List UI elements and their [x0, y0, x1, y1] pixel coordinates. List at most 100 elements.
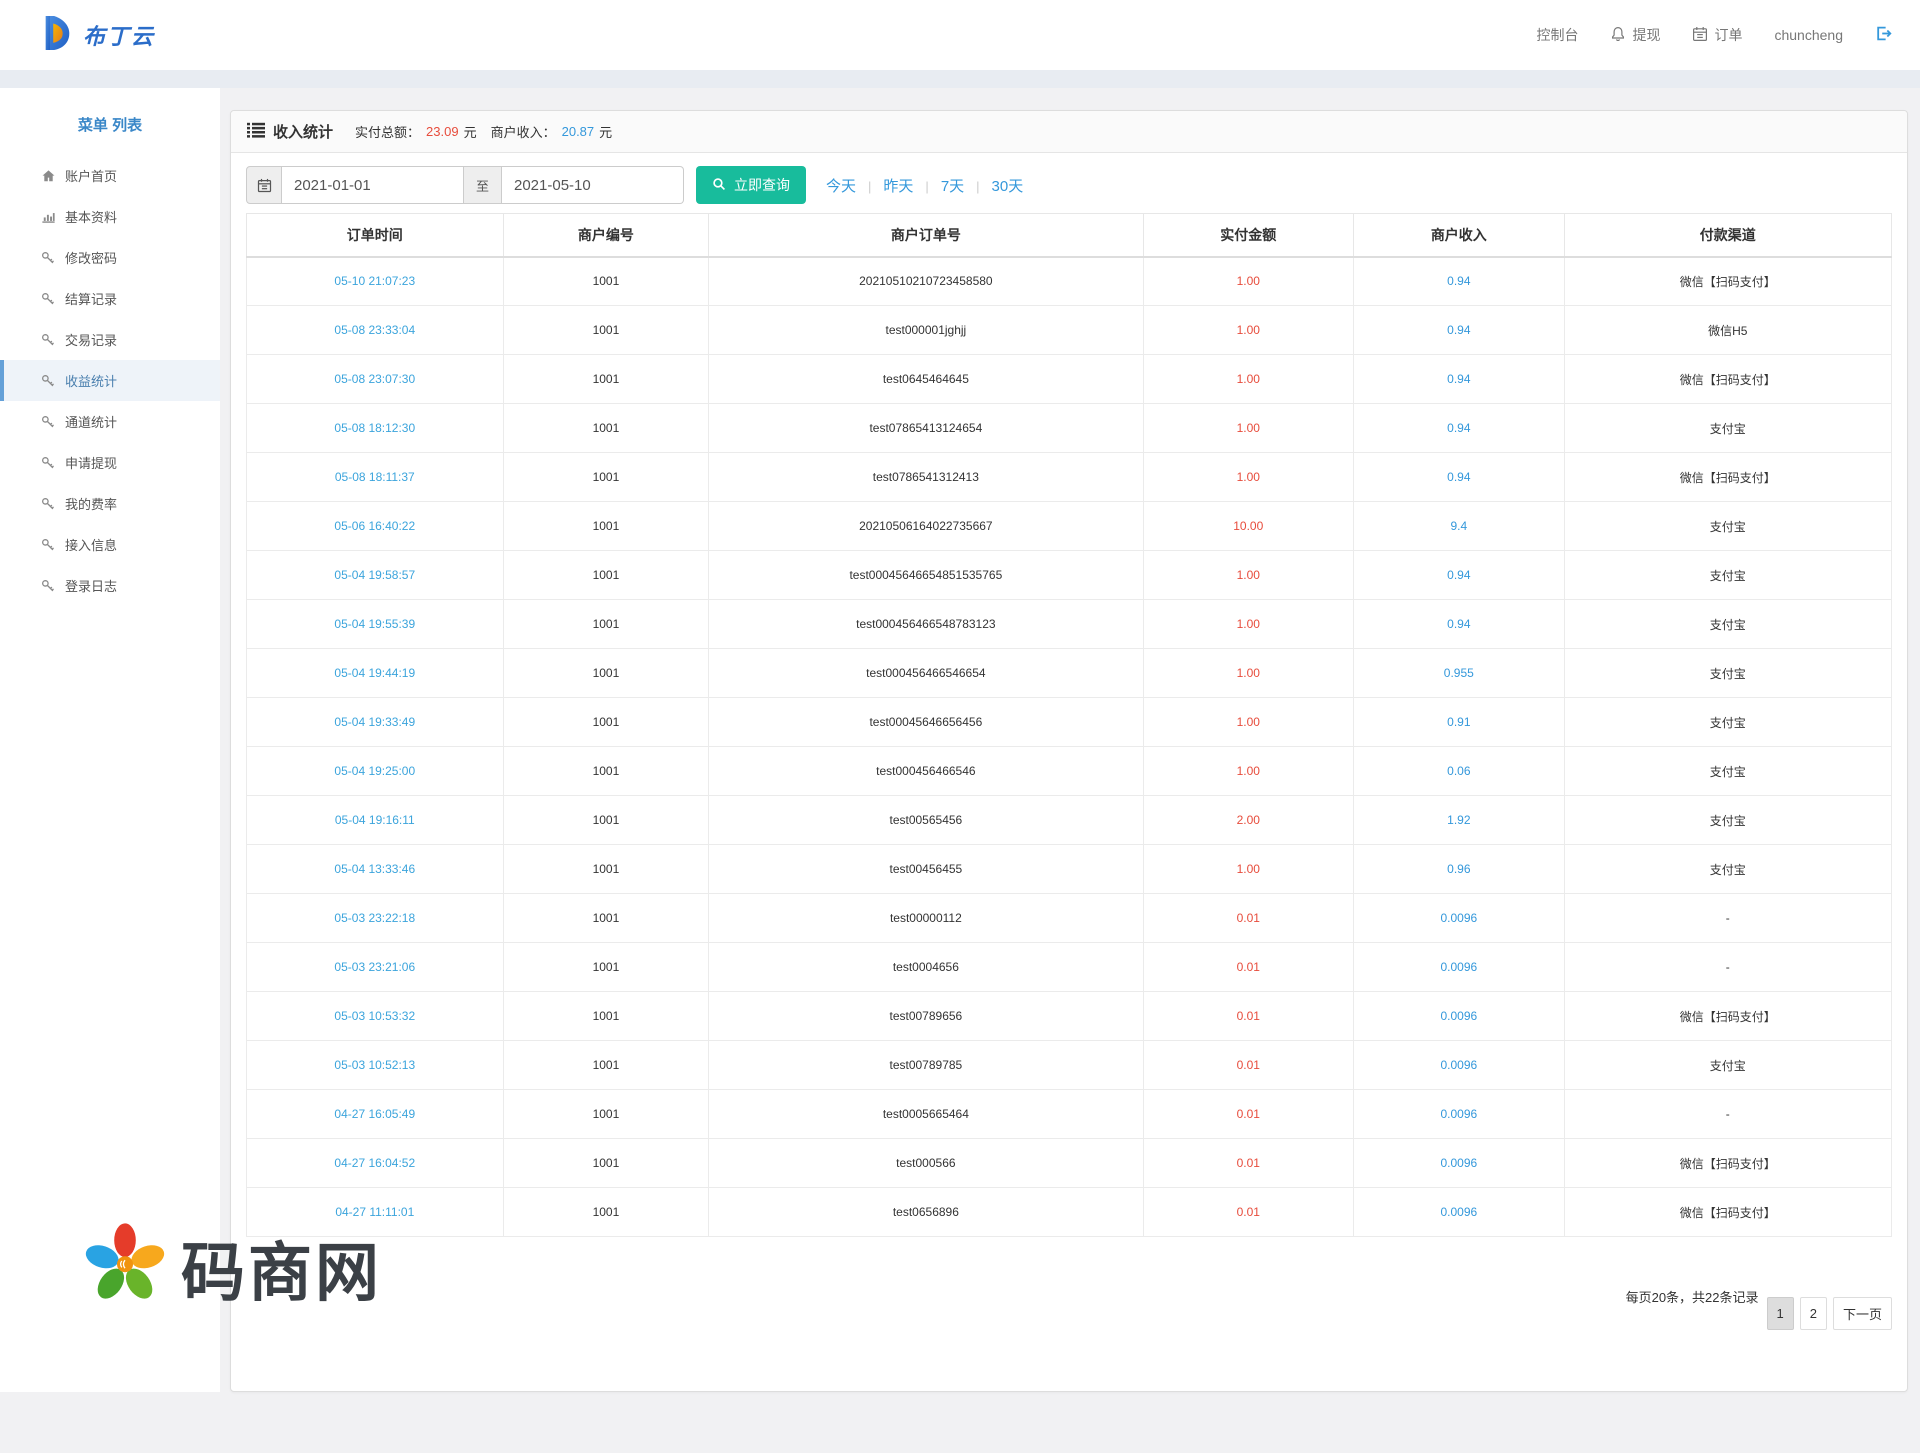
range-today-link[interactable]: 今天 — [826, 175, 856, 196]
table-row: 05-08 23:33:041001test000001jghjj1.000.9… — [247, 306, 1892, 355]
order-time-cell[interactable]: 05-10 21:07:23 — [247, 257, 504, 306]
order-time-cell[interactable]: 05-08 18:11:37 — [247, 453, 504, 502]
merchant-order-no-cell: 20210506164022735667 — [709, 502, 1143, 551]
sidebar-item-label: 基本资料 — [65, 207, 117, 226]
sidebar-item-income-stats[interactable]: 收益统计 — [0, 360, 220, 401]
paid-amount-cell: 1.00 — [1143, 453, 1354, 502]
merchant-income-cell: 0.94 — [1354, 551, 1565, 600]
range-7days-link[interactable]: 7天 — [913, 175, 964, 196]
sidebar-item-label: 收益统计 — [65, 371, 117, 390]
order-time-cell[interactable]: 05-08 18:12:30 — [247, 404, 504, 453]
sidebar-item-label: 修改密码 — [65, 248, 117, 267]
pagination-summary: 每页20条，共22条记录 — [1626, 1287, 1759, 1306]
order-time-cell[interactable]: 05-08 23:33:04 — [247, 306, 504, 355]
merchant-id-cell: 1001 — [503, 1041, 709, 1090]
merchant-id-cell: 1001 — [503, 747, 709, 796]
search-button[interactable]: 立即查询 — [696, 166, 806, 204]
order-time-cell[interactable]: 05-04 19:25:00 — [247, 747, 504, 796]
date-from-input[interactable] — [282, 166, 464, 204]
paid-amount-cell: 1.00 — [1143, 257, 1354, 306]
order-time-cell[interactable]: 04-27 16:04:52 — [247, 1139, 504, 1188]
pay-channel-cell: 支付宝 — [1564, 747, 1891, 796]
logout-button[interactable] — [1875, 25, 1892, 45]
sidebar-item-channel-stats[interactable]: 通道统计 — [0, 401, 220, 442]
order-time-cell[interactable]: 04-27 16:05:49 — [247, 1090, 504, 1139]
pay-channel-cell: - — [1564, 1090, 1891, 1139]
col-merchant-id: 商户编号 — [503, 214, 709, 257]
sidebar-item-transaction-records[interactable]: 交易记录 — [0, 319, 220, 360]
income-table: 订单时间 商户编号 商户订单号 实付金额 商户收入 付款渠道 05-10 21:… — [246, 213, 1892, 1237]
logout-icon — [1875, 25, 1892, 45]
order-time-cell[interactable]: 05-03 10:53:32 — [247, 992, 504, 1041]
range-yesterday-link[interactable]: 昨天 — [856, 175, 913, 196]
merchant-id-cell: 1001 — [503, 306, 709, 355]
order-time-cell[interactable]: 05-04 19:55:39 — [247, 600, 504, 649]
sidebar-item-apply-withdraw[interactable]: 申请提现 — [0, 442, 220, 483]
order-time-cell[interactable]: 05-03 23:22:18 — [247, 894, 504, 943]
table-row: 05-04 19:55:391001test000456466548783123… — [247, 600, 1892, 649]
pay-channel-cell: 微信【扫码支付】 — [1564, 257, 1891, 306]
col-pay-channel: 付款渠道 — [1564, 214, 1891, 257]
pay-channel-cell: 微信【扫码支付】 — [1564, 992, 1891, 1041]
nav-username[interactable]: chuncheng — [1774, 27, 1843, 43]
table-row: 05-06 16:40:2210012021050616402273566710… — [247, 502, 1892, 551]
pay-channel-cell: 支付宝 — [1564, 796, 1891, 845]
order-time-cell[interactable]: 05-03 10:52:13 — [247, 1041, 504, 1090]
merchant-order-no-cell: test0786541312413 — [709, 453, 1143, 502]
table-row: 05-08 23:07:301001test06454646451.000.94… — [247, 355, 1892, 404]
table-row: 04-27 16:05:491001test00056654640.010.00… — [247, 1090, 1892, 1139]
date-range-group: 至 — [246, 166, 684, 204]
sidebar-item-access-info[interactable]: 接入信息 — [0, 524, 220, 565]
merchant-income-cell: 0.0096 — [1354, 1139, 1565, 1188]
order-time-cell[interactable]: 05-06 16:40:22 — [247, 502, 504, 551]
date-to-input[interactable] — [502, 166, 684, 204]
order-time-cell[interactable]: 05-03 23:21:06 — [247, 943, 504, 992]
merchant-order-no-cell: test00789785 — [709, 1041, 1143, 1090]
paid-amount-cell: 0.01 — [1143, 943, 1354, 992]
sidebar-item-label: 登录日志 — [65, 576, 117, 595]
merchant-order-no-cell: test00789656 — [709, 992, 1143, 1041]
paid-amount-cell: 2.00 — [1143, 796, 1354, 845]
sidebar-item-label: 接入信息 — [65, 535, 117, 554]
next-page-button[interactable]: 下一页 — [1833, 1297, 1892, 1330]
page-2-button[interactable]: 2 — [1800, 1297, 1827, 1330]
pay-channel-cell: 微信【扫码支付】 — [1564, 355, 1891, 404]
order-time-cell[interactable]: 05-04 19:16:11 — [247, 796, 504, 845]
merchant-income-cell: 0.0096 — [1354, 894, 1565, 943]
nav-orders[interactable]: 订单 — [1692, 25, 1742, 45]
calendar-addon-icon — [246, 166, 282, 204]
sidebar-item-account-home[interactable]: 账户首页 — [0, 155, 220, 196]
merchant-order-no-cell: test000456466546654 — [709, 649, 1143, 698]
order-time-cell[interactable]: 05-04 19:33:49 — [247, 698, 504, 747]
key-icon — [40, 415, 56, 429]
order-time-cell[interactable]: 05-04 13:33:46 — [247, 845, 504, 894]
sidebar-item-my-rates[interactable]: 我的费率 — [0, 483, 220, 524]
merchant-order-no-cell: test00000112 — [709, 894, 1143, 943]
sidebar-item-settlement-records[interactable]: 结算记录 — [0, 278, 220, 319]
merchant-income-cell: 1.92 — [1354, 796, 1565, 845]
table-row: 05-04 19:58:571001test000456466548515357… — [247, 551, 1892, 600]
merchant-income-label: 商户收入： — [491, 122, 556, 141]
sidebar-item-login-logs[interactable]: 登录日志 — [0, 565, 220, 606]
order-time-cell[interactable]: 05-04 19:44:19 — [247, 649, 504, 698]
range-30days-link[interactable]: 30天 — [964, 175, 1023, 196]
paid-amount-cell: 1.00 — [1143, 845, 1354, 894]
merchant-id-cell: 1001 — [503, 796, 709, 845]
nav-withdraw[interactable]: 提现 — [1610, 25, 1660, 45]
nav-console[interactable]: 控制台 — [1536, 25, 1578, 45]
sidebar-item-change-password[interactable]: 修改密码 — [0, 237, 220, 278]
sidebar-item-basic-info[interactable]: 基本资料 — [0, 196, 220, 237]
table-row: 05-04 19:33:491001test000456466564561.00… — [247, 698, 1892, 747]
order-time-cell[interactable]: 05-08 23:07:30 — [247, 355, 504, 404]
merchant-order-no-cell: test0656896 — [709, 1188, 1143, 1237]
table-row: 05-04 19:16:111001test005654562.001.92支付… — [247, 796, 1892, 845]
brand[interactable]: 布丁云 — [40, 14, 155, 57]
merchant-id-cell: 1001 — [503, 257, 709, 306]
merchant-order-no-cell: test0645464645 — [709, 355, 1143, 404]
merchant-income-cell: 0.955 — [1354, 649, 1565, 698]
order-time-cell[interactable]: 05-04 19:58:57 — [247, 551, 504, 600]
table-row: 05-04 13:33:461001test004564551.000.96支付… — [247, 845, 1892, 894]
table-row: 05-03 23:21:061001test00046560.010.0096- — [247, 943, 1892, 992]
merchant-income-cell: 0.0096 — [1354, 1041, 1565, 1090]
page-1-button[interactable]: 1 — [1767, 1297, 1794, 1330]
